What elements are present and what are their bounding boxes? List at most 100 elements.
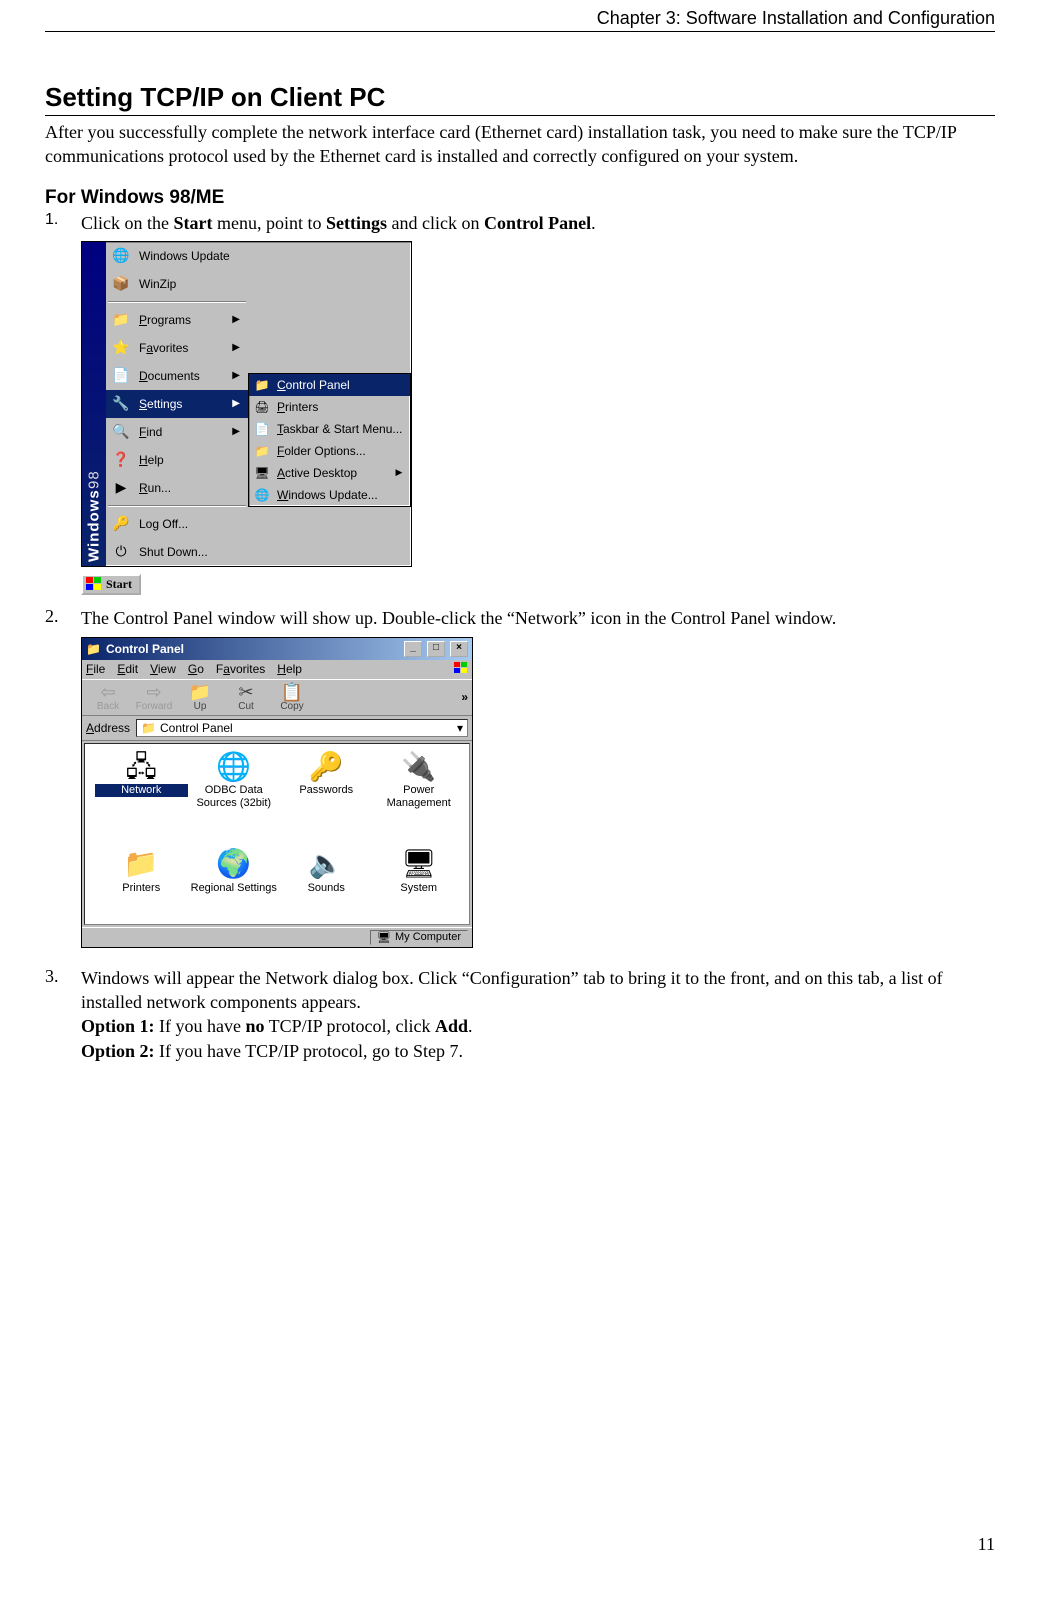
address-input[interactable]: 📁Control Panel▾: [136, 719, 468, 737]
submenu-item-icon: 🌐: [253, 487, 271, 503]
cp-icon-label: Power Management: [373, 784, 466, 808]
window-title: Control Panel: [106, 642, 184, 656]
step-number: 3.: [45, 966, 81, 1063]
menu-item-label: Log Off...: [139, 517, 240, 531]
cp-icon-odbc-data-sources-32bit-[interactable]: 🌐ODBC Data Sources (32bit): [188, 752, 281, 835]
start-menu-screenshot: Windows98 🌐Windows Update📦WinZip📁Program…: [81, 235, 995, 597]
start-menu-item[interactable]: ❓ Help: [106, 446, 248, 474]
cp-icon-network[interactable]: 🖧Network: [95, 752, 188, 835]
menu-file[interactable]: File: [86, 662, 105, 676]
forward-button[interactable]: ⇨Forward: [132, 683, 176, 712]
menu-item-label: Run...: [139, 481, 240, 495]
text: .: [591, 213, 596, 233]
submenu-item[interactable]: 🌐 Windows Update...: [249, 484, 410, 506]
cp-icon-label: Passwords: [280, 784, 373, 796]
menu-help[interactable]: Help: [277, 662, 302, 676]
submenu-arrow-icon: ▶: [395, 467, 402, 478]
menu-go[interactable]: Go: [188, 662, 204, 676]
control-panel-body: 🖧Network🌐ODBC Data Sources (32bit)🔑Passw…: [84, 743, 470, 925]
chapter-header: Chapter 3: Software Installation and Con…: [45, 8, 995, 32]
submenu-item[interactable]: 📄Taskbar & Start Menu...: [249, 418, 410, 440]
menu-item-label: Windows Update: [139, 249, 240, 263]
submenu-arrow-icon: ▶: [232, 370, 240, 381]
cp-icon-glyph: 🔈: [280, 849, 373, 880]
back-button[interactable]: ⇦Back: [86, 683, 130, 712]
cp-icon-regional-settings[interactable]: 🌍Regional Settings: [188, 849, 281, 920]
maximize-button[interactable]: □: [427, 641, 445, 657]
menu-item-icon: 🌐: [110, 245, 132, 267]
submenu-arrow-icon: ▶: [232, 398, 240, 409]
cp-icon-glyph: 🌐: [188, 752, 281, 783]
submenu-item-label: Folder Options...: [277, 444, 402, 458]
cp-icon-glyph: 🌍: [188, 849, 281, 880]
cp-icon-label: Network: [95, 784, 188, 796]
control-panel-title-icon: 📁: [86, 642, 101, 656]
menu-item-label: Favorites: [139, 341, 225, 355]
menu-edit[interactable]: Edit: [117, 662, 138, 676]
menu-favorites[interactable]: Favorites: [216, 662, 265, 676]
cp-icon-glyph: 🖥: [373, 849, 466, 880]
start-menu-item[interactable]: 📦WinZip: [106, 270, 248, 298]
step-2: 2. The Control Panel window will show up…: [45, 606, 995, 955]
menu-item-icon: 🔧: [110, 393, 132, 415]
submenu-item[interactable]: 📁Folder Options...: [249, 440, 410, 462]
start-menu-item[interactable]: 📄Documents▶: [106, 362, 248, 390]
submenu-item-icon: 📄: [253, 421, 271, 437]
copy-button[interactable]: 📋Copy: [270, 683, 314, 712]
control-panel-window: 📁 Control Panel _ □ × File Edit View Go Favo…: [81, 637, 473, 948]
menu-item-icon: ❓: [110, 449, 132, 471]
cut-button[interactable]: ✂Cut: [224, 683, 268, 712]
cp-icon-passwords[interactable]: 🔑Passwords: [280, 752, 373, 835]
text: menu, point to: [213, 213, 327, 233]
start-menu-item[interactable]: 🔑 Log Off...: [106, 510, 248, 538]
windows-flag-icon: [86, 577, 102, 591]
submenu-item[interactable]: 🖥 Active Desktop ▶: [249, 462, 410, 484]
cp-icon-system[interactable]: 🖥System: [373, 849, 466, 920]
start-menu-item[interactable]: 📁Programs▶: [106, 306, 248, 334]
start-menu-item[interactable]: ▶Run...: [106, 474, 248, 502]
menu-view[interactable]: View: [150, 662, 176, 676]
cp-icon-power-management[interactable]: 🔌Power Management: [373, 752, 466, 835]
submenu-item-label: Control Panel: [277, 378, 402, 392]
menu-item-label: Programs: [139, 313, 225, 327]
cp-icon-glyph: 🔑: [280, 752, 373, 783]
section-title: Setting TCP/IP on Client PC: [45, 82, 995, 116]
bold-control-panel: Control Panel: [484, 213, 591, 233]
up-button[interactable]: 📁Up: [178, 683, 222, 712]
menu-item-icon: 🔑: [110, 513, 132, 535]
cp-icon-label: ODBC Data Sources (32bit): [188, 784, 281, 808]
windows-flag-icon: [454, 662, 468, 677]
menu-bar[interactable]: File Edit View Go Favorites Help: [82, 660, 472, 679]
start-menu-item[interactable]: 🔍Find▶: [106, 418, 248, 446]
submenu-item[interactable]: 📁Control Panel: [249, 374, 410, 396]
submenu-item-label: Active Desktop: [277, 466, 389, 480]
bold-settings: Settings: [326, 213, 387, 233]
menu-item-label: Settings: [139, 397, 225, 411]
menu-item-label: Help: [139, 453, 240, 467]
minimize-button[interactable]: _: [404, 641, 422, 657]
start-menu-item[interactable]: ⏻Shut Down...: [106, 538, 248, 566]
menu-item-icon: 🔍: [110, 421, 132, 443]
start-menu-item[interactable]: ⭐ Favorites ▶: [106, 334, 248, 362]
menu-item-icon: ⏻: [110, 541, 132, 563]
menu-item-icon: ⭐: [110, 337, 132, 359]
menu-item-icon: 📄: [110, 365, 132, 387]
close-button[interactable]: ×: [450, 641, 468, 657]
cp-icon-sounds[interactable]: 🔈Sounds: [280, 849, 373, 920]
settings-submenu: 📁Control Panel🖨Printers📄Taskbar & Start …: [248, 373, 411, 507]
address-label: Address: [86, 721, 130, 735]
sub-title: For Windows 98/ME: [45, 187, 995, 209]
submenu-item-icon: 🖥: [253, 465, 271, 481]
submenu-arrow-icon: ▶: [232, 342, 240, 353]
cp-icon-printers[interactable]: 📁Printers: [95, 849, 188, 920]
start-menu-item[interactable]: 🔧 Settings ▶: [106, 390, 248, 418]
step-text: The Control Panel window will show up. D…: [81, 606, 995, 630]
cp-icon-glyph: 📁: [95, 849, 188, 880]
start-menu-item[interactable]: 🌐 Windows Update: [106, 242, 248, 270]
start-button[interactable]: Start: [81, 574, 141, 595]
text: Click on the: [81, 213, 174, 233]
submenu-item-label: Windows Update...: [277, 488, 402, 502]
intro-paragraph: After you successfully complete the netw…: [45, 120, 995, 169]
submenu-item[interactable]: 🖨Printers: [249, 396, 410, 418]
menu-item-label: WinZip: [139, 277, 240, 291]
